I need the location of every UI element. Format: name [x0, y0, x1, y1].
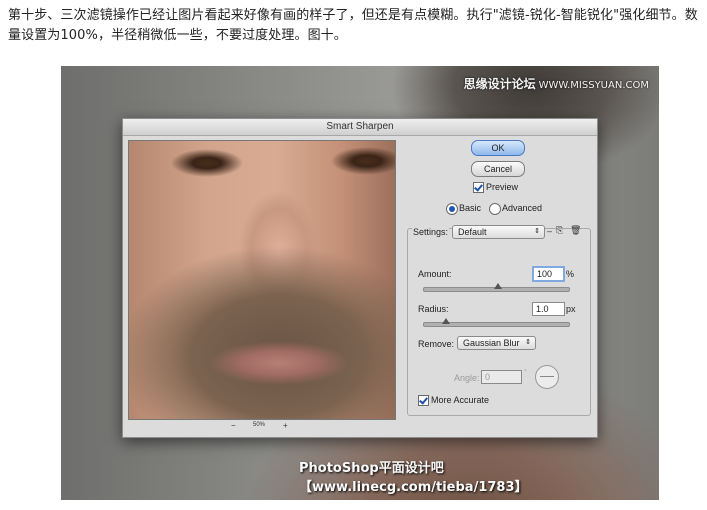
angle-unit: ° — [524, 369, 527, 376]
radius-input[interactable]: 1.0 — [532, 302, 565, 316]
save-settings-icon[interactable]: ⎘ — [556, 225, 563, 236]
angle-dial[interactable] — [535, 365, 559, 389]
remove-dropdown[interactable]: Gaussian Blur ⇕ — [457, 336, 536, 350]
angle-label: Angle: — [454, 373, 480, 383]
remove-label: Remove: — [418, 339, 455, 349]
watermark-top-small: WWW.MISSYUAN.COM — [538, 80, 649, 91]
radius-slider-thumb[interactable] — [442, 318, 451, 324]
radius-unit: px — [566, 304, 576, 314]
zoom-out-button[interactable]: − — [231, 421, 236, 430]
preview-checkbox[interactable] — [473, 182, 484, 193]
updown-arrows-icon: ⇕ — [534, 228, 540, 235]
preview-image[interactable] — [128, 140, 396, 420]
radius-slider[interactable] — [423, 318, 570, 327]
more-accurate-label: More Accurate — [431, 395, 490, 405]
advanced-label: Advanced — [502, 203, 543, 213]
amount-label: Amount: — [418, 269, 452, 279]
amount-input[interactable]: 100 — [532, 266, 565, 282]
settings-dropdown[interactable]: Default ⇕ — [452, 225, 545, 239]
watermark-top: 思缘设计论坛 WWW.MISSYUAN.COM — [464, 75, 649, 92]
updown-arrows-icon: ⇕ — [525, 339, 531, 346]
zoom-controls: − 50% + — [225, 421, 295, 433]
trash-icon[interactable]: 🗑 — [570, 225, 581, 236]
advanced-radio[interactable] — [489, 203, 501, 215]
ok-button[interactable]: OK — [471, 140, 525, 156]
basic-label: Basic — [459, 203, 482, 213]
watermark-bottom: PhotoShop平面设计吧【www.linecg.com/tieba/1783… — [299, 461, 528, 495]
smart-sharpen-dialog: Smart Sharpen − 50% + OK Cancel Preview … — [122, 118, 598, 438]
angle-input[interactable]: 0 — [481, 370, 522, 384]
zoom-in-button[interactable]: + — [283, 421, 288, 430]
more-accurate-checkbox[interactable] — [418, 395, 429, 406]
settings-value: Default — [458, 227, 487, 237]
watermark-top-big: 思缘设计论坛 — [463, 77, 536, 91]
article-paragraph: 第十步、三次滤镜操作已经让图片看起来好像有画的样子了，但还是有点模糊。执行"滤镜… — [8, 8, 698, 43]
amount-unit: % — [566, 269, 575, 279]
cancel-button[interactable]: Cancel — [471, 161, 525, 177]
settings-label: Settings: — [412, 227, 450, 237]
zoom-level: 50% — [253, 422, 266, 428]
basic-radio[interactable] — [446, 203, 458, 215]
amount-slider-thumb[interactable] — [493, 283, 502, 289]
amount-slider[interactable] — [423, 283, 570, 292]
divider-dash-icon: – — [547, 226, 553, 236]
dialog-title: Smart Sharpen — [123, 119, 597, 136]
preview-label: Preview — [486, 182, 519, 192]
remove-value: Gaussian Blur — [463, 338, 520, 348]
radius-label: Radius: — [418, 304, 449, 314]
